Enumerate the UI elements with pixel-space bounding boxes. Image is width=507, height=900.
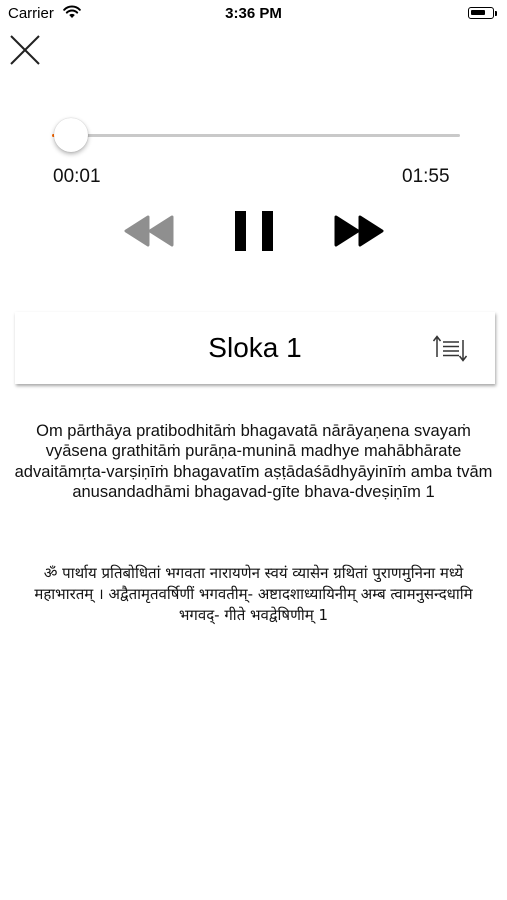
sort-button[interactable] — [432, 334, 468, 367]
progress-slider[interactable] — [52, 118, 460, 152]
fast-forward-icon — [334, 215, 384, 247]
progress-track — [52, 134, 460, 137]
status-time: 3:36 PM — [225, 5, 282, 22]
sort-icon — [432, 335, 468, 362]
progress-thumb[interactable] — [53, 118, 88, 152]
current-time: 00:01 — [53, 166, 101, 187]
duration-time: 01:55 — [402, 166, 450, 187]
status-bar: Carrier 3:36 PM — [0, 0, 507, 28]
close-icon — [10, 35, 40, 65]
sloka-header: Sloka 1 — [15, 312, 495, 384]
pause-button[interactable] — [232, 210, 276, 257]
rewind-button[interactable] — [124, 214, 176, 253]
rewind-icon — [124, 215, 174, 247]
battery-icon — [468, 7, 494, 19]
close-button[interactable] — [8, 33, 42, 67]
sloka-title: Sloka 1 — [208, 332, 302, 363]
battery-tip — [495, 11, 497, 16]
pause-icon — [235, 211, 273, 251]
fast-forward-button[interactable] — [332, 214, 384, 253]
sloka-transliteration: Om pārthāya pratibodhitāṁ bhagavatā nārā… — [14, 422, 493, 501]
sloka-sanskrit: ॐ पार्थाय प्रतिबोधितां भगवता नारायणेन स्… — [34, 564, 473, 624]
